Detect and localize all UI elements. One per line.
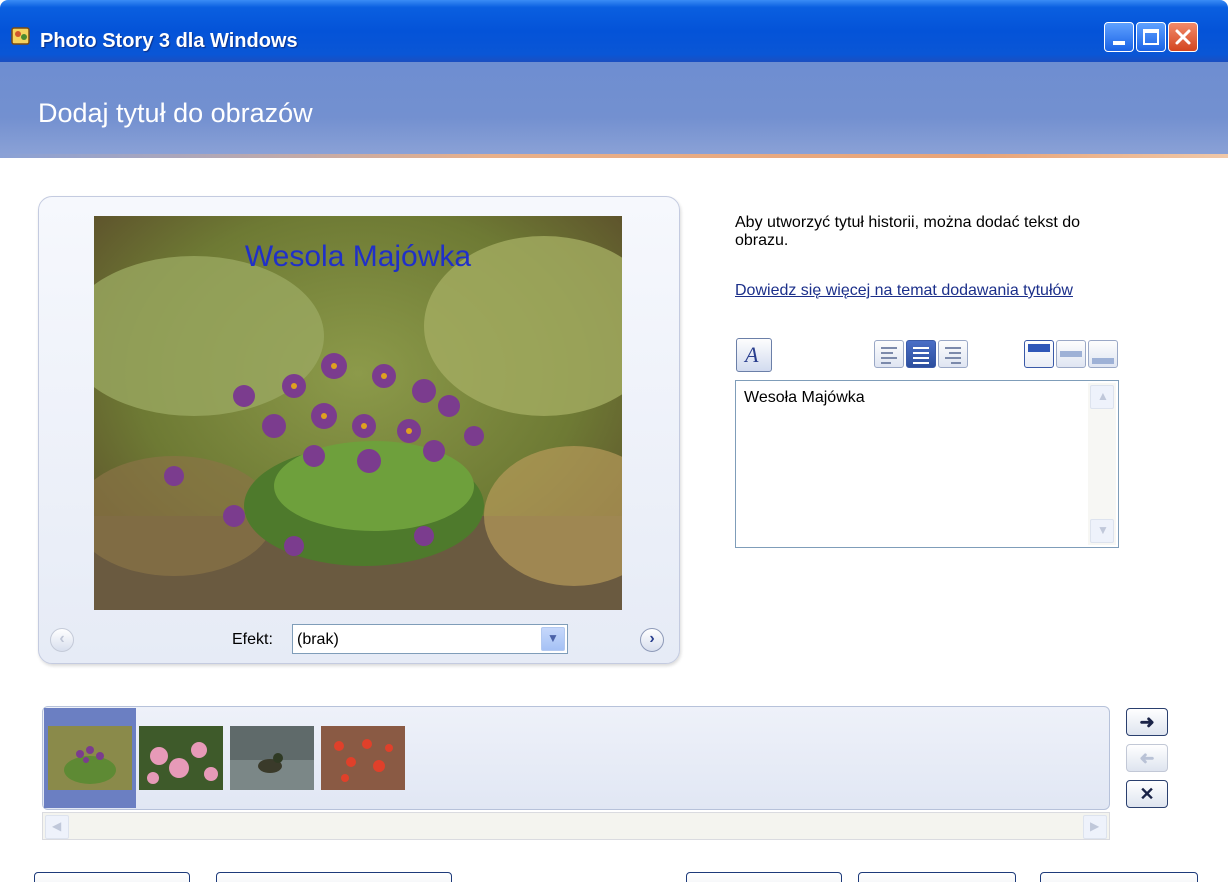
thumbnail-duck-on-water[interactable]	[230, 726, 314, 790]
chevron-right-icon: ›	[649, 630, 655, 647]
close-icon	[1175, 29, 1191, 45]
align-left-button[interactable]	[874, 340, 904, 368]
position-top-icon	[1028, 344, 1050, 352]
align-center-button[interactable]	[906, 340, 936, 368]
photo-story-icon	[11, 27, 30, 45]
bottom-button-1[interactable]	[34, 872, 190, 882]
font-icon: A	[745, 342, 759, 367]
align-right-button[interactable]	[938, 340, 968, 368]
maximize-button[interactable]	[1136, 22, 1166, 52]
preview-image: Wesola Majówka	[94, 216, 622, 610]
window-title: Photo Story 3 dla Windows	[40, 30, 298, 52]
bottom-button-3[interactable]	[686, 872, 842, 882]
instructions-text: Aby utworzyć tytuł historii, można dodać…	[735, 214, 1081, 249]
thumbnail-red-flowers[interactable]	[321, 726, 405, 790]
minimize-button[interactable]	[1104, 22, 1134, 52]
chevron-right-icon: ▶	[1090, 819, 1100, 833]
move-right-button[interactable]: ➜	[1126, 708, 1168, 736]
chevron-up-icon: ▲	[1097, 389, 1109, 403]
effect-label: Efekt:	[232, 631, 273, 648]
bottom-button-4[interactable]	[858, 872, 1016, 882]
previous-image-button[interactable]: ‹	[50, 628, 74, 652]
photo-title-overlay: Wesola Majówka	[244, 240, 472, 273]
remove-image-button[interactable]: ✕	[1126, 780, 1168, 808]
bottom-button-2[interactable]	[216, 872, 452, 882]
thumbnail-pasque-flower[interactable]	[48, 726, 132, 790]
position-top-button[interactable]	[1024, 340, 1054, 368]
chevron-down-icon: ▼	[1097, 523, 1109, 537]
minimize-icon	[1113, 41, 1125, 45]
position-middle-icon	[1060, 351, 1082, 357]
page-header: Dodaj tytuł do obrazów	[0, 62, 1228, 154]
maximize-icon	[1143, 29, 1159, 45]
effect-value: (brak)	[297, 631, 339, 648]
position-middle-button[interactable]	[1056, 340, 1086, 368]
move-left-icon: ➜	[1139, 748, 1155, 768]
scroll-up-button[interactable]: ▲	[1090, 385, 1114, 409]
page-title: Dodaj tytuł do obrazów	[38, 98, 313, 128]
next-image-button[interactable]: ›	[640, 628, 664, 652]
position-bottom-button[interactable]	[1088, 340, 1118, 368]
title-text-input[interactable]: Wesoła Majówka ▲ ▼	[735, 380, 1119, 548]
textbox-scrollbar[interactable]: ▲ ▼	[1088, 383, 1116, 545]
scroll-down-button[interactable]: ▼	[1090, 519, 1114, 543]
dropdown-arrow-button[interactable]: ▼	[541, 627, 565, 651]
chevron-down-icon: ▼	[547, 631, 559, 645]
help-link[interactable]: Dowiedz się więcej na temat dodawania ty…	[735, 282, 1095, 300]
remove-icon: ✕	[1139, 784, 1155, 804]
close-button[interactable]	[1168, 22, 1198, 52]
font-button[interactable]: A	[736, 338, 772, 372]
chevron-left-icon: ‹	[59, 630, 65, 647]
scroll-right-button[interactable]: ▶	[1083, 815, 1107, 839]
title-text-value: Wesoła Majówka	[744, 389, 865, 406]
scroll-left-button[interactable]: ◀	[45, 815, 69, 839]
position-bottom-icon	[1092, 358, 1114, 364]
move-right-icon: ➜	[1139, 712, 1155, 732]
thumbnail-pink-flowers[interactable]	[139, 726, 223, 790]
filmstrip-scrollbar[interactable]: ◀ ▶	[42, 812, 1110, 840]
title-bar: Photo Story 3 dla Windows	[0, 0, 1228, 62]
chevron-left-icon: ◀	[52, 819, 62, 833]
effect-dropdown[interactable]: (brak) ▼	[292, 624, 568, 654]
bottom-button-5[interactable]	[1040, 872, 1198, 882]
move-left-button[interactable]: ➜	[1126, 744, 1168, 772]
